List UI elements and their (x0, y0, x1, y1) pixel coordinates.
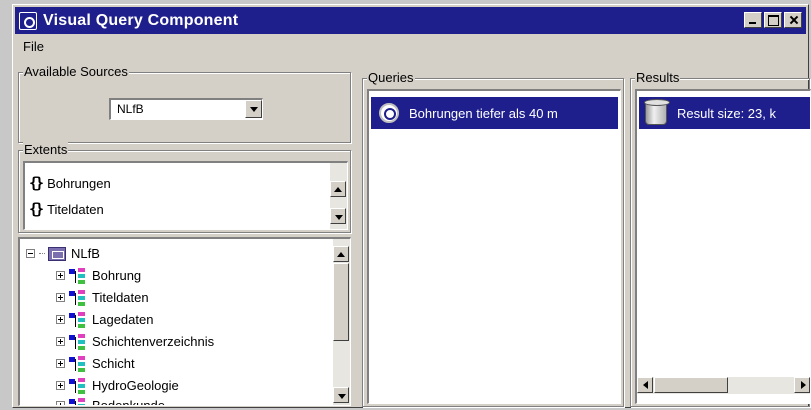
extents-group: Extents {} Bohrungen {} Titeldaten (18, 142, 351, 233)
results-scroll-thumb[interactable] (654, 377, 728, 393)
class-icon (69, 397, 87, 405)
scroll-left-button[interactable] (637, 377, 653, 393)
tree-item[interactable]: Lagedaten (56, 309, 153, 330)
source-select[interactable]: NLfB (109, 98, 263, 120)
extent-label: Titeldaten (47, 201, 104, 217)
tree-item-label: Schicht (92, 356, 135, 371)
tree-item[interactable]: Bohrung (56, 265, 141, 286)
source-select-value: NLfB (117, 102, 144, 116)
arrow-up-icon (334, 187, 342, 192)
menu-bar: File (15, 36, 806, 58)
tree-root-label: NLfB (71, 246, 100, 261)
scroll-up-button[interactable] (330, 181, 346, 197)
result-label: Result size: 23, k (677, 105, 776, 121)
query-icon (379, 103, 399, 123)
tree-item-label: HydroGeologie (92, 378, 179, 393)
arrow-down-icon (338, 394, 346, 399)
title-bar[interactable]: Visual Query Component (15, 7, 806, 34)
tree-item[interactable]: Schicht (56, 353, 135, 374)
extents-list[interactable]: {} Bohrungen {} Titeldaten (23, 161, 348, 230)
available-sources-group: Available Sources NLfB (18, 64, 351, 143)
expand-icon[interactable] (56, 293, 65, 302)
tree-item[interactable]: HydroGeologie (56, 375, 179, 396)
arrow-right-icon (801, 381, 806, 389)
class-icon (69, 267, 87, 284)
tree-item[interactable]: Schichtenverzeichnis (56, 331, 214, 352)
maximize-button[interactable] (764, 12, 782, 28)
expand-icon[interactable] (56, 337, 65, 346)
schema-tree[interactable]: NLfB Bohrung Titeldaten Lagedaten Schich… (18, 237, 351, 406)
class-icon (69, 377, 87, 394)
tree-item-label: Bohrung (92, 268, 142, 283)
tree-item[interactable]: Bodenkunde (56, 395, 166, 406)
expand-icon[interactable] (56, 401, 65, 405)
results-list[interactable]: Result size: 23, k (635, 89, 811, 404)
class-icon (69, 289, 87, 306)
results-title: Results (635, 70, 681, 86)
close-button[interactable] (784, 12, 802, 28)
extent-label: Bohrungen (47, 175, 111, 191)
arrow-down-icon (335, 215, 343, 220)
expand-icon[interactable] (56, 359, 65, 368)
expand-icon[interactable] (56, 271, 65, 280)
window-title: Visual Query Component (43, 11, 239, 29)
extent-item[interactable]: {} Titeldaten (29, 198, 104, 220)
class-icon (69, 355, 87, 372)
tree-item-label: Lagedaten (92, 312, 154, 327)
scroll-down-button[interactable] (330, 208, 346, 224)
result-item[interactable]: Result size: 23, k (639, 97, 810, 129)
tree-item-label: Titeldaten (92, 290, 149, 305)
tree-scroll-thumb[interactable] (333, 263, 349, 341)
scroll-up-button[interactable] (333, 246, 349, 262)
database-icon (48, 246, 66, 261)
tree-scrollbar[interactable] (333, 239, 350, 405)
braces-icon: {} (29, 200, 44, 218)
query-item[interactable]: Bohrungen tiefer als 40 m (371, 97, 618, 129)
app-icon (19, 11, 37, 30)
expand-icon[interactable] (56, 315, 65, 324)
main-window: Visual Query Component File Available So… (12, 4, 811, 408)
extents-title: Extents (23, 142, 69, 158)
results-group: Results Result size: 23, k (630, 70, 811, 407)
queries-list[interactable]: Bohrungen tiefer als 40 m (367, 89, 621, 404)
scroll-down-button[interactable] (333, 387, 349, 403)
arrow-up-icon (337, 252, 345, 257)
braces-icon: {} (29, 174, 44, 192)
tree-item[interactable]: Titeldaten (56, 287, 149, 308)
available-sources-title: Available Sources (23, 64, 129, 80)
arrow-left-icon (643, 381, 648, 389)
collapse-icon[interactable] (26, 249, 35, 258)
expand-icon[interactable] (56, 381, 65, 390)
tree-item-label: Bodenkunde (92, 398, 166, 406)
tree-item-label: Schichtenverzeichnis (92, 334, 215, 349)
bucket-icon (644, 99, 670, 125)
class-icon (69, 333, 87, 350)
results-hscrollbar[interactable] (637, 377, 810, 394)
source-dropdown-button[interactable] (245, 100, 262, 118)
queries-group: Queries Bohrungen tiefer als 40 m (362, 70, 624, 407)
menu-file[interactable]: File (23, 39, 44, 54)
extents-scrollbar[interactable] (330, 163, 347, 229)
scroll-right-button[interactable] (794, 377, 810, 393)
window-controls (744, 12, 802, 28)
chevron-down-icon (250, 107, 258, 112)
queries-title: Queries (367, 70, 415, 86)
tree-root[interactable]: NLfB (26, 243, 100, 264)
tree-connector (39, 253, 45, 254)
minimize-button[interactable] (744, 12, 762, 28)
query-label: Bohrungen tiefer als 40 m (409, 105, 558, 121)
extent-item[interactable]: {} Bohrungen (29, 172, 111, 194)
class-icon (69, 311, 87, 328)
